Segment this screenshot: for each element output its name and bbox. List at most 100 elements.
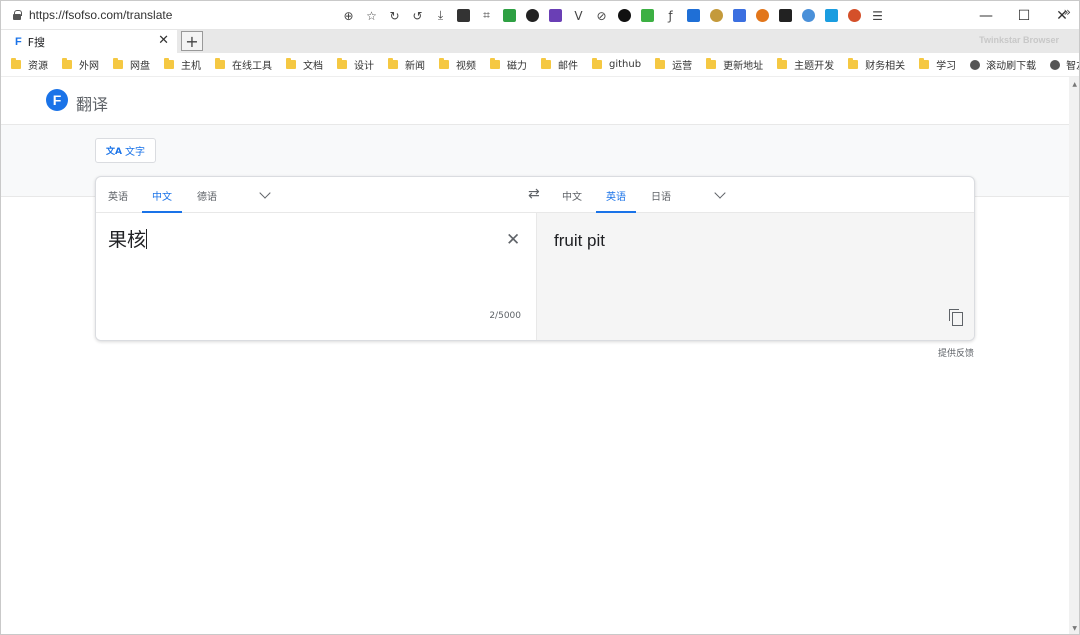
clear-text-icon[interactable]: ✕: [506, 230, 520, 250]
extension-toolbar: ⊕ ☆ ↻ ↺ ⤓ ⌗ V ⊘ ƒ ☰: [337, 5, 889, 26]
minimize-button[interactable]: —: [967, 1, 1005, 30]
browser-brand: Twinkstar Browser: [979, 35, 1059, 45]
source-lang-dropdown-icon[interactable]: [259, 187, 271, 199]
shield-ext-icon[interactable]: [498, 5, 521, 26]
bookmark-item[interactable]: 智友回复: [1050, 57, 1079, 72]
bookmark-label: 视频: [456, 61, 476, 72]
tab-close-icon[interactable]: ✕: [158, 33, 169, 48]
bookmark-item[interactable]: 文档: [286, 57, 323, 72]
scroll-up-icon[interactable]: ▲: [1072, 81, 1077, 88]
bookmark-item[interactable]: 学习: [919, 57, 956, 72]
reload-icon[interactable]: ↻: [383, 5, 406, 26]
image-ext-icon-shape: [710, 9, 723, 22]
folder-icon: [164, 58, 174, 69]
bookmark-label: 智友回复: [1066, 61, 1079, 72]
blue-leaf-ext-icon[interactable]: [820, 5, 843, 26]
folder-icon: [215, 58, 225, 69]
tampermonkey-ext-icon[interactable]: [521, 5, 544, 26]
fox-ext-icon[interactable]: [751, 5, 774, 26]
source-lang-chinese[interactable]: 中文: [142, 177, 182, 213]
bookmark-item[interactable]: 新闻: [388, 57, 425, 72]
bookmark-item[interactable]: 网盘: [113, 57, 150, 72]
dark-circle-ext-icon[interactable]: [452, 5, 475, 26]
target-lang-chinese[interactable]: 中文: [562, 177, 582, 213]
s-ext-icon[interactable]: [682, 5, 705, 26]
star-icon[interactable]: ☆: [360, 5, 383, 26]
folder-icon: [337, 58, 347, 69]
scroll-down-icon[interactable]: ▼: [1072, 625, 1077, 632]
source-text-area[interactable]: 果核 ✕ 2/5000: [96, 213, 536, 340]
folder-icon: [113, 58, 123, 69]
bookmark-item[interactable]: 磁力: [490, 57, 527, 72]
square-ext-icon-shape: [779, 9, 792, 22]
square-ext-icon[interactable]: [774, 5, 797, 26]
folder-icon: [777, 58, 788, 69]
site-logo[interactable]: F: [46, 89, 68, 111]
bookmarks-overflow-icon[interactable]: »: [1064, 5, 1071, 19]
maximize-button[interactable]: ☐: [1005, 1, 1043, 30]
target-lang-japanese[interactable]: 日语: [651, 177, 671, 213]
bookmark-item[interactable]: 财务相关: [848, 57, 905, 72]
target-lang-dropdown-icon[interactable]: [714, 187, 726, 199]
copy-icon[interactable]: [949, 309, 963, 326]
bookmark-label: github: [609, 59, 642, 70]
cloud-ext-icon[interactable]: [797, 5, 820, 26]
image-ext-icon[interactable]: [705, 5, 728, 26]
bookmark-label: 设计: [354, 61, 374, 72]
folder-icon: [848, 58, 859, 69]
bookmark-label: 更新地址: [723, 61, 764, 72]
bookmark-item[interactable]: 邮件: [541, 57, 578, 72]
orange-ext-icon[interactable]: [843, 5, 866, 26]
folder-icon: [592, 58, 602, 69]
source-text[interactable]: 果核: [108, 225, 148, 252]
menu-icon[interactable]: ☰: [866, 5, 889, 26]
new-tab-button[interactable]: +: [181, 31, 203, 51]
f-ext-icon[interactable]: ƒ: [659, 5, 682, 26]
bookmark-item[interactable]: 设计: [337, 57, 374, 72]
tab-favicon-icon: F: [15, 35, 22, 48]
bookmark-item[interactable]: 主机: [164, 57, 201, 72]
bookmark-item[interactable]: 视频: [439, 57, 476, 72]
bookmark-item[interactable]: 运营: [655, 57, 692, 72]
character-count: 2/5000: [489, 311, 521, 321]
folder-icon: [439, 58, 449, 69]
bookmark-label: 网盘: [130, 61, 150, 72]
bookmark-item[interactable]: 主题开发: [777, 57, 834, 72]
active-tab[interactable]: F F搜 ✕: [1, 30, 177, 53]
zoom-plus-icon[interactable]: ⊕: [337, 5, 360, 26]
bookmark-item[interactable]: 外网: [62, 57, 99, 72]
v-ext-icon[interactable]: V: [567, 5, 590, 26]
ring-ext-icon[interactable]: [613, 5, 636, 26]
source-lang-english[interactable]: 英语: [108, 177, 128, 213]
text-mode-button[interactable]: 文A 文字: [95, 138, 156, 163]
translate-card: 英语 中文 德语 ⇄ 中文 英语 日语 果核 ✕ 2/5000 fruit pi…: [95, 176, 975, 341]
undo-icon[interactable]: ↺: [406, 5, 429, 26]
blue-ext-icon[interactable]: [728, 5, 751, 26]
crop-icon[interactable]: ⌗: [475, 5, 498, 26]
bookmark-item[interactable]: github: [592, 58, 642, 70]
bookmark-label: 文档: [303, 61, 323, 72]
bookmark-label: 运营: [672, 61, 693, 72]
site-title[interactable]: 翻译: [76, 91, 108, 115]
folder-icon: [388, 58, 398, 69]
close-window-button[interactable]: ✕: [1043, 1, 1079, 30]
bookmark-item[interactable]: 在线工具: [215, 57, 272, 72]
page-scrollbar[interactable]: [1069, 77, 1079, 634]
swap-languages-icon[interactable]: ⇄: [528, 186, 540, 202]
folder-icon: [490, 58, 500, 69]
green-ext-icon[interactable]: [636, 5, 659, 26]
bookmark-item[interactable]: 资源: [11, 57, 48, 72]
shield-ext-icon-shape: [503, 9, 516, 22]
feedback-link[interactable]: 提供反馈: [938, 346, 974, 359]
site-header: F 翻译: [1, 77, 1079, 125]
download-icon[interactable]: ⤓: [429, 5, 452, 26]
url-text[interactable]: https://fsofso.com/translate: [29, 8, 172, 22]
bookmark-label: 在线工具: [232, 61, 272, 72]
bookmark-item[interactable]: 更新地址: [706, 57, 763, 72]
purple-ext-icon[interactable]: [544, 5, 567, 26]
address-bar[interactable]: https://fsofso.com/translate ⊕ ☆ ↻ ↺ ⤓ ⌗ V ⊘ ƒ ☰ …: [1, 1, 1079, 30]
no-icon[interactable]: ⊘: [590, 5, 613, 26]
bookmark-item[interactable]: 滚动刷下载: [970, 57, 1036, 72]
target-lang-english[interactable]: 英语: [596, 177, 636, 213]
source-lang-german[interactable]: 德语: [197, 177, 217, 213]
